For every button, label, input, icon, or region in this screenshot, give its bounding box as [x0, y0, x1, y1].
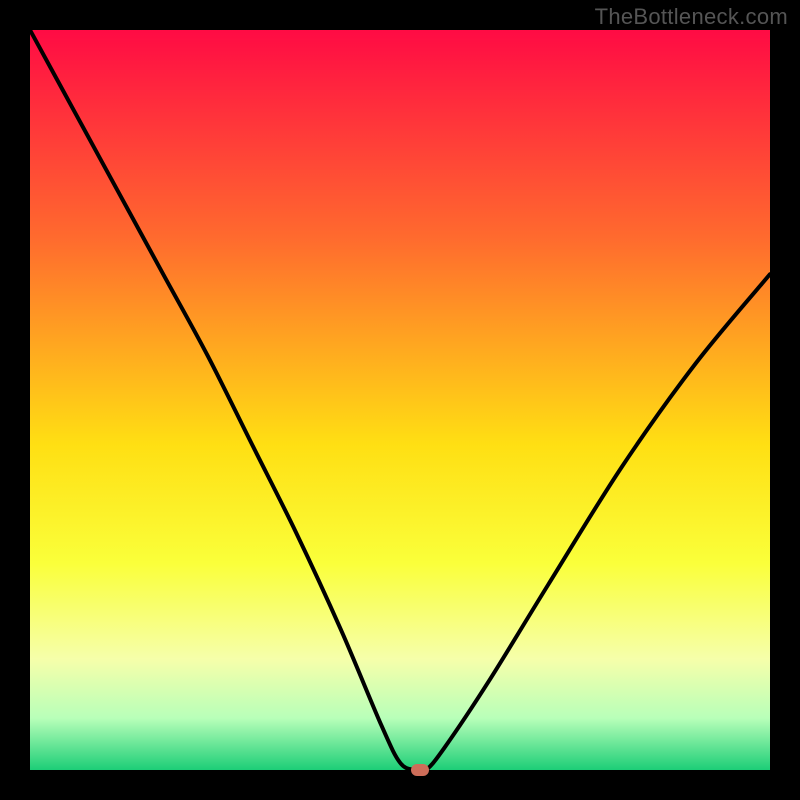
watermark-text: TheBottleneck.com	[595, 4, 788, 30]
chart-svg	[30, 30, 770, 770]
optimum-marker-icon	[411, 764, 429, 776]
chart-frame: TheBottleneck.com	[0, 0, 800, 800]
plot-area	[30, 30, 770, 770]
gradient-background	[30, 30, 770, 770]
